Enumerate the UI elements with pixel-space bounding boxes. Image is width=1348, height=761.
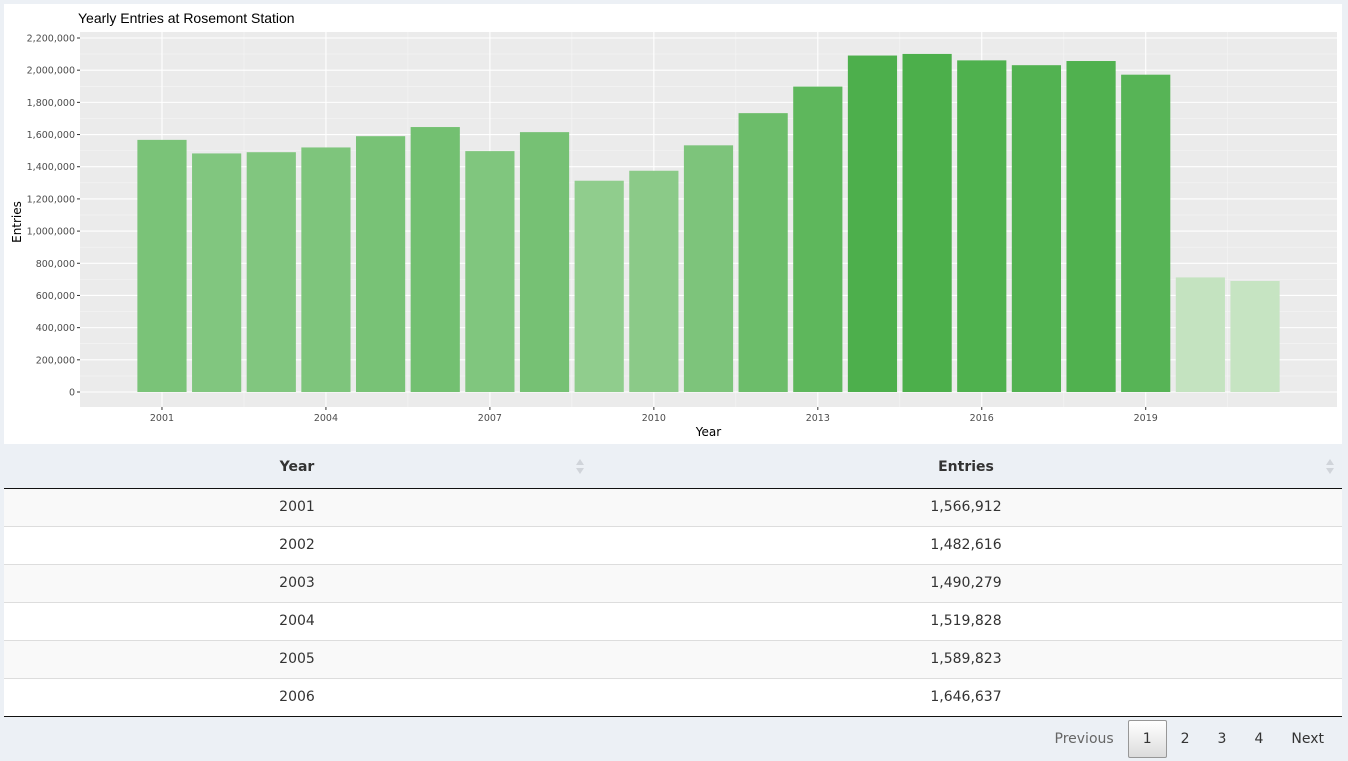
bar <box>793 86 843 392</box>
x-tick-label: 2007 <box>478 413 502 424</box>
data-table: Year Entries 2001 1,566,912 2002 1,482,616 2… <box>4 446 1342 717</box>
bar <box>957 60 1007 392</box>
table-row: 2003 1,490,279 <box>4 565 1342 603</box>
y-axis-title: Entries <box>10 201 24 243</box>
x-tick-label: 2019 <box>1134 413 1158 424</box>
pagination: Previous 1 2 3 4 Next <box>1041 720 1338 758</box>
cell-entries: 1,482,616 <box>930 537 1002 553</box>
page-button-2[interactable]: 2 <box>1167 721 1204 757</box>
table-row: 2004 1,519,828 <box>4 603 1342 641</box>
column-header-year[interactable]: Year <box>4 446 590 488</box>
previous-button[interactable]: Previous <box>1041 721 1128 757</box>
y-tick-label: 1,000,000 <box>27 227 75 238</box>
cell-entries: 1,519,828 <box>930 613 1002 629</box>
table-row: 2005 1,589,823 <box>4 641 1342 679</box>
bar <box>847 55 898 392</box>
bar <box>246 152 296 392</box>
next-button[interactable]: Next <box>1277 721 1338 757</box>
cell-entries: 1,646,637 <box>930 689 1002 705</box>
cell-year: 2004 <box>279 613 315 629</box>
table-row: 2002 1,482,616 <box>4 527 1342 565</box>
y-tick-label: 400,000 <box>36 323 75 334</box>
cell-year: 2001 <box>279 499 315 515</box>
page-button-3[interactable]: 3 <box>1204 721 1241 757</box>
x-tick-label: 2013 <box>806 413 830 424</box>
table-row: 2001 1,566,912 <box>4 489 1342 527</box>
bar <box>1121 74 1171 393</box>
x-tick-label: 2001 <box>150 413 174 424</box>
cell-year: 2003 <box>279 575 315 591</box>
y-tick-label: 1,800,000 <box>27 98 75 109</box>
column-header-entries[interactable]: Entries <box>590 446 1342 488</box>
y-tick-label: 0 <box>69 388 75 399</box>
y-tick-label: 600,000 <box>36 291 75 302</box>
bar-chart: 0 200,000 400,000 600,000 800,000 1,000,000 1,… <box>10 10 1337 439</box>
table-body: 2001 1,566,912 2002 1,482,616 2003 1,490,279 2… <box>4 489 1342 717</box>
bar <box>410 127 460 392</box>
bar <box>465 151 515 392</box>
bar <box>629 170 679 392</box>
y-tick-label: 800,000 <box>36 259 75 270</box>
bar <box>301 147 351 392</box>
bar <box>355 136 406 392</box>
bar <box>1066 61 1116 392</box>
x-axis-title: Year <box>695 425 721 439</box>
chart-title: Yearly Entries at Rosemont Station <box>78 10 295 26</box>
bar <box>738 113 788 393</box>
y-tick-label: 200,000 <box>36 355 75 366</box>
bar <box>683 145 734 392</box>
bar <box>192 153 242 392</box>
y-tick-label: 1,200,000 <box>27 194 75 205</box>
table-header: Year Entries <box>4 446 1342 489</box>
cell-entries: 1,490,279 <box>930 575 1002 591</box>
bar <box>1175 277 1225 392</box>
bar <box>1011 65 1062 392</box>
y-tick-label: 2,000,000 <box>27 66 75 77</box>
bar <box>519 132 570 392</box>
x-tick-label: 2016 <box>970 413 994 424</box>
chart-panel: 0 200,000 400,000 600,000 800,000 1,000,000 1,… <box>4 4 1342 444</box>
table-row: 2006 1,646,637 <box>4 679 1342 717</box>
page-button-1[interactable]: 1 <box>1127 720 1167 758</box>
cell-year: 2002 <box>279 537 315 553</box>
cell-year: 2005 <box>279 651 315 667</box>
y-tick-label: 1,600,000 <box>27 130 75 141</box>
sort-icon[interactable] <box>1325 458 1335 476</box>
cell-entries: 1,566,912 <box>930 499 1002 515</box>
bar <box>1230 280 1280 392</box>
page-button-4[interactable]: 4 <box>1240 721 1277 757</box>
y-tick-label: 2,200,000 <box>27 34 75 45</box>
cell-year: 2006 <box>279 689 315 705</box>
cell-entries: 1,589,823 <box>930 651 1002 667</box>
y-tick-label: 1,400,000 <box>27 162 75 173</box>
bar <box>902 53 952 393</box>
x-tick-label: 2010 <box>642 413 666 424</box>
bar <box>574 180 624 392</box>
bar <box>137 139 187 392</box>
x-tick-label: 2004 <box>314 413 338 424</box>
sort-icon[interactable] <box>575 458 585 476</box>
